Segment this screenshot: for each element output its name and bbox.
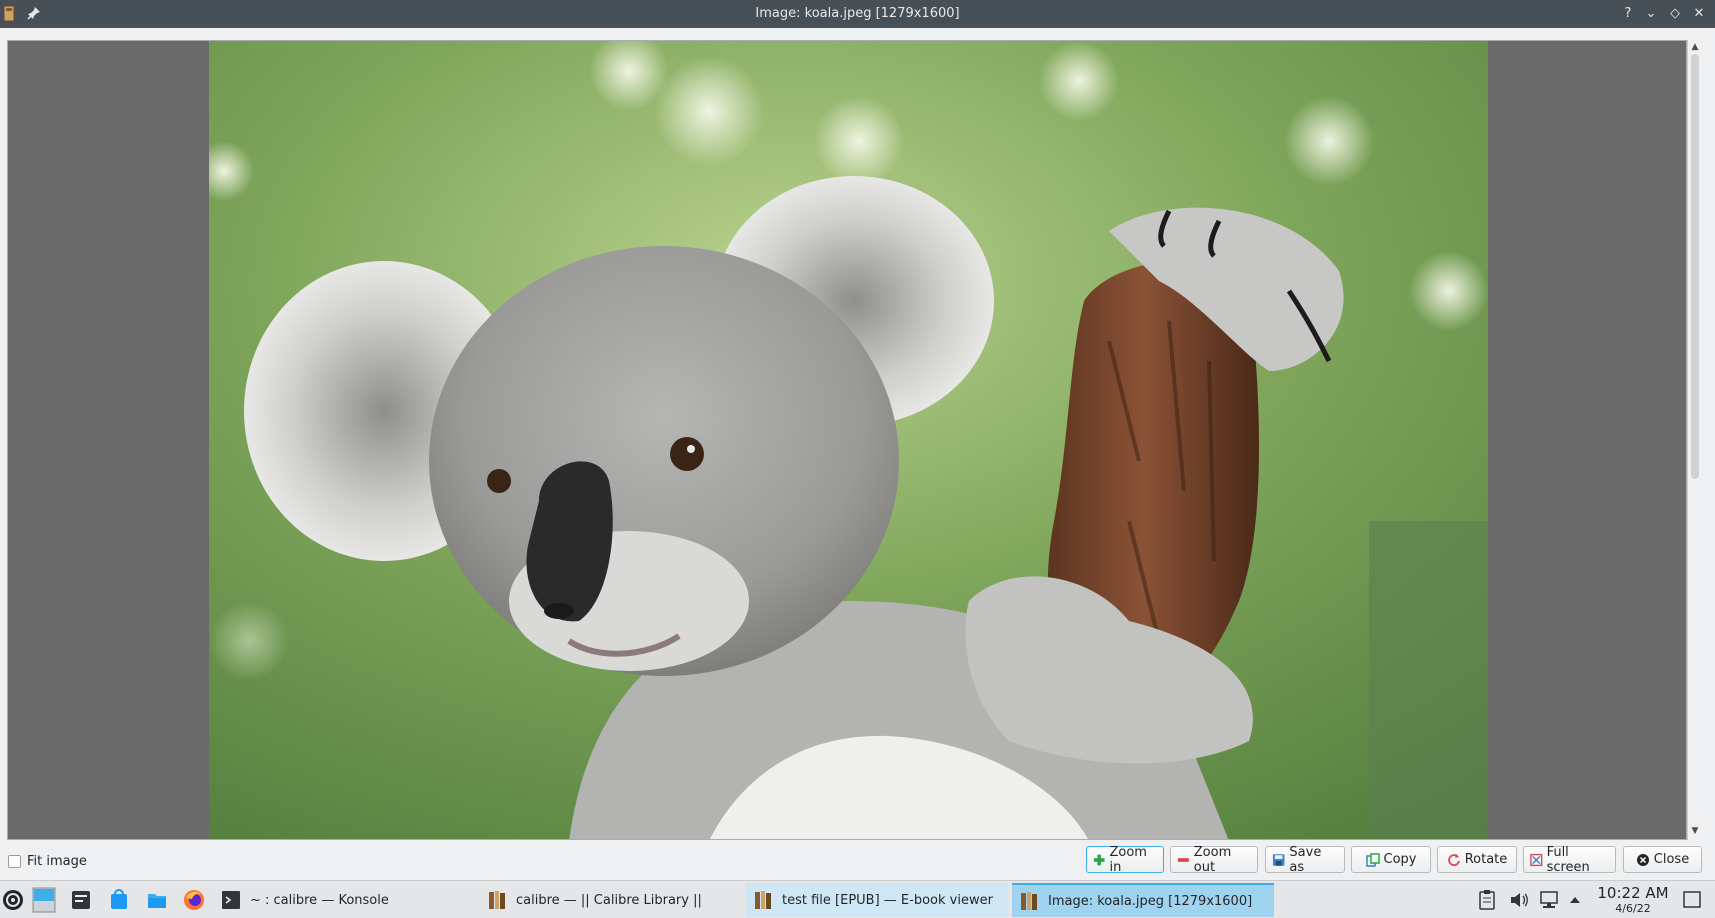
full-screen-button[interactable]: Full screen xyxy=(1523,844,1616,875)
task-ebook-viewer-label: test file [EPUB] — E-book viewer xyxy=(782,892,993,908)
calibre-icon xyxy=(489,891,505,909)
image-viewport[interactable] xyxy=(7,40,1687,840)
desktop-pager-icon[interactable] xyxy=(32,887,56,913)
checkbox-box[interactable] xyxy=(8,854,21,868)
rotate-label: Rotate xyxy=(1464,852,1508,867)
clock[interactable]: 10:22 AM 4/6/22 xyxy=(1594,884,1672,916)
expand-tray-icon[interactable] xyxy=(1567,889,1583,911)
maximize-icon[interactable]: ◇ xyxy=(1666,5,1684,23)
task-konsole-label: ~ : calibre — Konsole xyxy=(250,892,389,908)
fit-image-label: Fit image xyxy=(27,853,87,869)
firefox-icon[interactable] xyxy=(183,889,205,911)
copy-label: Copy xyxy=(1383,852,1417,867)
task-image-label: Image: koala.jpeg [1279x1600] xyxy=(1048,893,1253,909)
close-button[interactable]: Close xyxy=(1623,846,1702,873)
vertical-scrollbar[interactable]: ▲ ▼ xyxy=(1687,40,1701,840)
rotate-icon xyxy=(1447,853,1460,866)
close-label: Close xyxy=(1653,852,1690,867)
file-manager-icon[interactable] xyxy=(146,889,168,911)
scroll-down-icon[interactable]: ▼ xyxy=(1690,826,1700,836)
clock-time: 10:22 AM xyxy=(1597,884,1669,902)
copy-icon xyxy=(1365,852,1380,867)
fit-image-checkbox[interactable]: Fit image xyxy=(8,852,87,870)
application-launcher-icon[interactable] xyxy=(2,889,24,911)
network-icon[interactable] xyxy=(1538,889,1560,911)
clock-date: 4/6/22 xyxy=(1615,902,1651,915)
task-konsole[interactable]: ~ : calibre — Konsole xyxy=(214,883,476,917)
minimize-icon[interactable]: ⌄ xyxy=(1642,5,1660,23)
copy-button[interactable]: Copy xyxy=(1351,846,1431,873)
task-ebook-viewer[interactable]: test file [EPUB] — E-book viewer xyxy=(746,883,1008,917)
close-circle-icon xyxy=(1636,853,1649,866)
title-bar: Image: koala.jpeg [1279x1600] ? ⌄ ◇ ✕ xyxy=(0,0,1715,28)
zoom-out-label: Zoom out xyxy=(1193,844,1232,875)
window-title: Image: koala.jpeg [1279x1600] xyxy=(755,6,960,21)
save-as-button[interactable]: Save as xyxy=(1265,844,1345,875)
zoom-in-label: Zoom in xyxy=(1109,844,1147,875)
image-viewer-icon xyxy=(1021,892,1037,910)
discover-icon[interactable] xyxy=(108,889,130,911)
volume-icon[interactable] xyxy=(1508,889,1530,911)
clipboard-icon[interactable] xyxy=(1478,889,1496,911)
ebook-viewer-icon xyxy=(755,891,771,909)
system-settings-icon[interactable] xyxy=(70,889,92,911)
show-desktop-icon[interactable] xyxy=(1682,889,1702,911)
scroll-up-icon[interactable]: ▲ xyxy=(1690,42,1700,52)
taskbar: ~ : calibre — Konsole calibre — || Calib… xyxy=(0,880,1715,918)
koala-photo xyxy=(209,41,1488,839)
close-icon[interactable]: ✕ xyxy=(1690,5,1708,23)
fullscreen-icon xyxy=(1530,853,1543,866)
zoom-out-button[interactable]: Zoom out xyxy=(1170,844,1258,875)
minus-icon xyxy=(1177,857,1189,862)
full-screen-label: Full screen xyxy=(1546,844,1590,875)
save-as-label: Save as xyxy=(1289,844,1322,875)
task-image-viewer[interactable]: Image: koala.jpeg [1279x1600] xyxy=(1012,883,1274,917)
viewer-controls: Fit image Zoom in Zoom out Save as Copy … xyxy=(0,840,1715,880)
task-calibre-label: calibre — || Calibre Library || xyxy=(516,892,702,908)
rotate-button[interactable]: Rotate xyxy=(1437,846,1517,873)
save-icon xyxy=(1272,853,1285,866)
help-icon[interactable]: ? xyxy=(1619,5,1637,23)
task-calibre-library[interactable]: calibre — || Calibre Library || xyxy=(480,883,742,917)
scrollbar-thumb[interactable] xyxy=(1691,54,1699,479)
zoom-in-button[interactable]: Zoom in xyxy=(1086,844,1164,875)
plus-icon xyxy=(1093,854,1105,865)
konsole-icon xyxy=(222,891,240,909)
